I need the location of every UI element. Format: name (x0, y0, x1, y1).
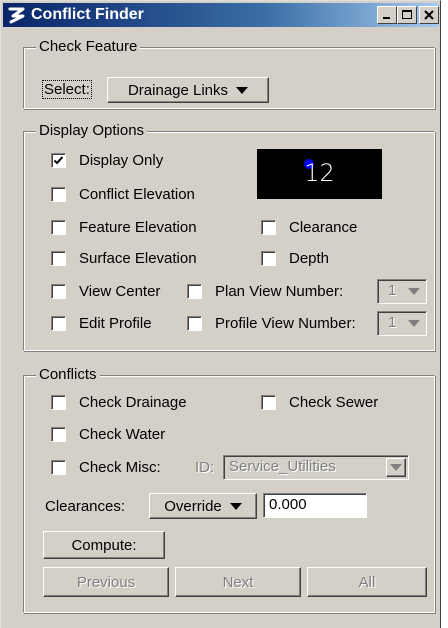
misc-id-select[interactable]: Service_Utilities (223, 455, 409, 480)
app-icon (8, 7, 25, 24)
title-bar[interactable]: Conflict Finder (3, 3, 439, 27)
edit-profile-label: Edit Profile (79, 315, 152, 332)
clearances-mode-value: Override (164, 497, 222, 515)
check-misc-label: Check Misc: (79, 459, 161, 476)
close-icon (424, 10, 434, 20)
check-drainage-label: Check Drainage (79, 394, 187, 411)
chevron-down-icon (408, 288, 420, 295)
chevron-down-icon (236, 86, 249, 94)
conflict-finder-window: Conflict Finder Check Feature Select: Dr… (0, 0, 441, 628)
display-value-box: 12 (257, 149, 382, 199)
all-button-label: All (358, 573, 376, 591)
conflict-elevation-label: Conflict Elevation (79, 186, 195, 203)
conflict-elevation-checkbox[interactable] (51, 187, 66, 202)
compute-button[interactable]: Compute: (43, 531, 165, 559)
feature-elevation-label: Feature Elevation (79, 219, 197, 236)
feature-select-value: Drainage Links (127, 81, 229, 99)
view-center-checkbox[interactable] (51, 284, 66, 299)
surface-elevation-checkbox[interactable] (51, 251, 66, 266)
minimize-button[interactable] (377, 6, 397, 24)
display-only-label: Display Only (79, 152, 164, 169)
profile-view-checkbox[interactable] (187, 316, 202, 331)
maximize-button[interactable] (397, 6, 417, 24)
display-value: 12 (304, 159, 335, 187)
display-options-legend: Display Options (36, 122, 148, 139)
plan-view-number-value: 1 (388, 282, 397, 299)
select-label: Select: (42, 80, 92, 99)
view-center-label: View Center (79, 283, 161, 300)
conflicts-legend: Conflicts (36, 366, 100, 383)
clearance-label: Clearance (289, 219, 358, 236)
chevron-down-icon (390, 464, 402, 471)
clearances-label: Clearances: (45, 498, 126, 515)
close-button[interactable] (419, 6, 439, 24)
chevron-down-icon (408, 320, 420, 327)
clearances-value-input[interactable]: 0.000 (263, 493, 367, 518)
window-title: Conflict Finder (31, 6, 144, 23)
previous-button-label: Previous (76, 573, 136, 591)
all-button[interactable]: All (307, 567, 427, 597)
depth-label: Depth (289, 250, 330, 267)
compute-button-label: Compute: (71, 536, 137, 554)
profile-view-label: Profile View Number: (215, 315, 356, 332)
maximize-icon (402, 10, 412, 19)
check-drainage-checkbox[interactable] (51, 395, 66, 410)
profile-view-number-value: 1 (388, 314, 397, 331)
next-button-label: Next (222, 573, 254, 591)
check-misc-checkbox[interactable] (51, 460, 66, 475)
feature-select-dropdown[interactable]: Drainage Links (107, 77, 269, 103)
plan-view-label: Plan View Number: (215, 283, 344, 300)
feature-elevation-checkbox[interactable] (51, 220, 66, 235)
check-sewer-checkbox[interactable] (261, 395, 276, 410)
surface-elevation-label: Surface Elevation (79, 250, 197, 267)
plan-view-number-select[interactable]: 1 (377, 279, 427, 304)
edit-profile-checkbox[interactable] (51, 316, 66, 331)
checkmark-icon (53, 156, 64, 165)
chevron-down-icon (229, 502, 242, 510)
check-water-label: Check Water (79, 426, 166, 443)
check-water-checkbox[interactable] (51, 427, 66, 442)
profile-view-number-select[interactable]: 1 (377, 311, 427, 336)
minimize-icon (383, 17, 390, 19)
plan-view-checkbox[interactable] (187, 284, 202, 299)
id-label: ID: (195, 459, 215, 476)
clearances-value: 0.000 (269, 496, 307, 513)
misc-id-dropdown-button[interactable] (386, 458, 406, 477)
display-only-checkbox[interactable] (51, 153, 66, 168)
clearance-checkbox[interactable] (261, 220, 276, 235)
previous-button[interactable]: Previous (43, 567, 169, 597)
depth-checkbox[interactable] (261, 251, 276, 266)
clearances-mode-dropdown[interactable]: Override (149, 493, 257, 519)
check-feature-legend: Check Feature (36, 38, 141, 55)
misc-id-value: Service_Utilities (229, 458, 336, 475)
check-sewer-label: Check Sewer (289, 394, 379, 411)
next-button[interactable]: Next (175, 567, 301, 597)
